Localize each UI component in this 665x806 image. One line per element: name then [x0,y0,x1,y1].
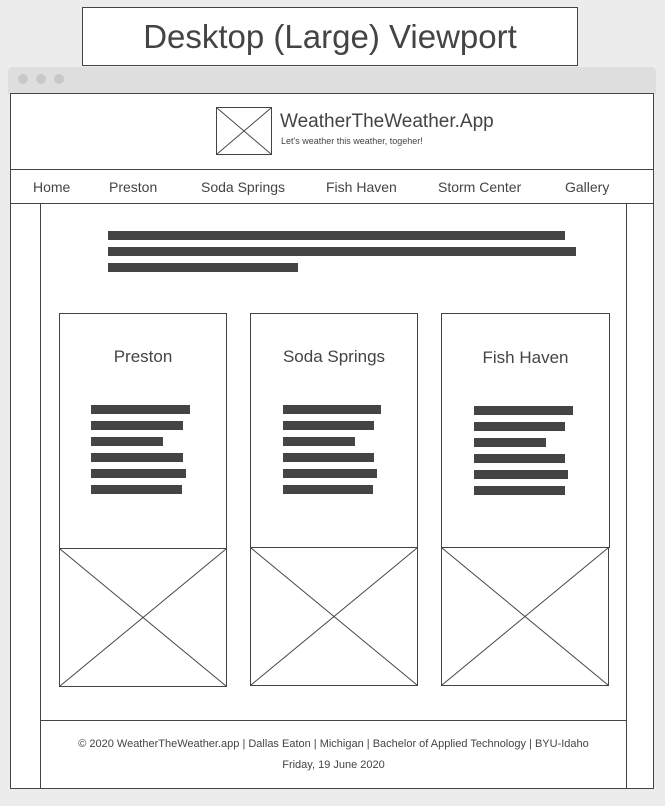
text-placeholder-line [91,485,182,494]
nav-item-gallery[interactable]: Gallery [565,179,609,195]
footer-divider [40,720,627,721]
text-placeholder-line [108,263,298,272]
text-placeholder-line [283,453,374,462]
nav-item-fish-haven[interactable]: Fish Haven [326,179,397,195]
text-placeholder-line [283,437,355,446]
town-card[interactable]: Preston [59,313,227,549]
text-placeholder-line [474,406,573,415]
text-placeholder-line [91,453,183,462]
main-nav: Home Preston Soda Springs Fish Haven Sto… [10,169,654,204]
text-placeholder-line [474,422,565,431]
logo-placeholder-icon [216,107,272,155]
image-placeholder-icon [441,547,609,686]
town-card[interactable]: Soda Springs [250,313,418,548]
card-title: Fish Haven [482,348,569,367]
footer-date: Friday, 19 June 2020 [282,759,385,771]
nav-item-storm-center[interactable]: Storm Center [438,179,521,195]
nav-item-soda-springs[interactable]: Soda Springs [201,179,285,195]
text-placeholder-line [108,231,565,240]
window-dot-icon [36,74,46,84]
tagline: Let's weather this weather, togeher! [281,136,423,146]
nav-item-home[interactable]: Home [33,179,70,195]
text-placeholder-line [474,438,546,447]
image-placeholder-icon [250,547,418,686]
card-title: Soda Springs [282,347,386,366]
window-dot-icon [54,74,64,84]
text-placeholder-line [283,405,381,414]
text-placeholder-line [283,485,373,494]
card-title: Preston [113,347,173,366]
text-placeholder-line [91,469,186,478]
text-placeholder-line [91,421,183,430]
nav-item-preston[interactable]: Preston [109,179,157,195]
text-placeholder-line [283,421,374,430]
text-placeholder-line [91,405,190,414]
text-placeholder-line [474,470,568,479]
text-placeholder-line [474,486,565,495]
window-dot-icon [18,74,28,84]
browser-chrome [8,67,656,94]
text-placeholder-line [108,247,576,256]
text-placeholder-line [91,437,163,446]
text-placeholder-line [474,454,565,463]
viewport-label: Desktop (Large) Viewport [82,7,578,66]
image-placeholder-icon [59,548,227,687]
text-placeholder-line [283,469,377,478]
site-title[interactable]: WeatherTheWeather.App [280,111,494,133]
footer-copyright: © 2020 WeatherTheWeather.app | Dallas Ea… [78,738,589,750]
